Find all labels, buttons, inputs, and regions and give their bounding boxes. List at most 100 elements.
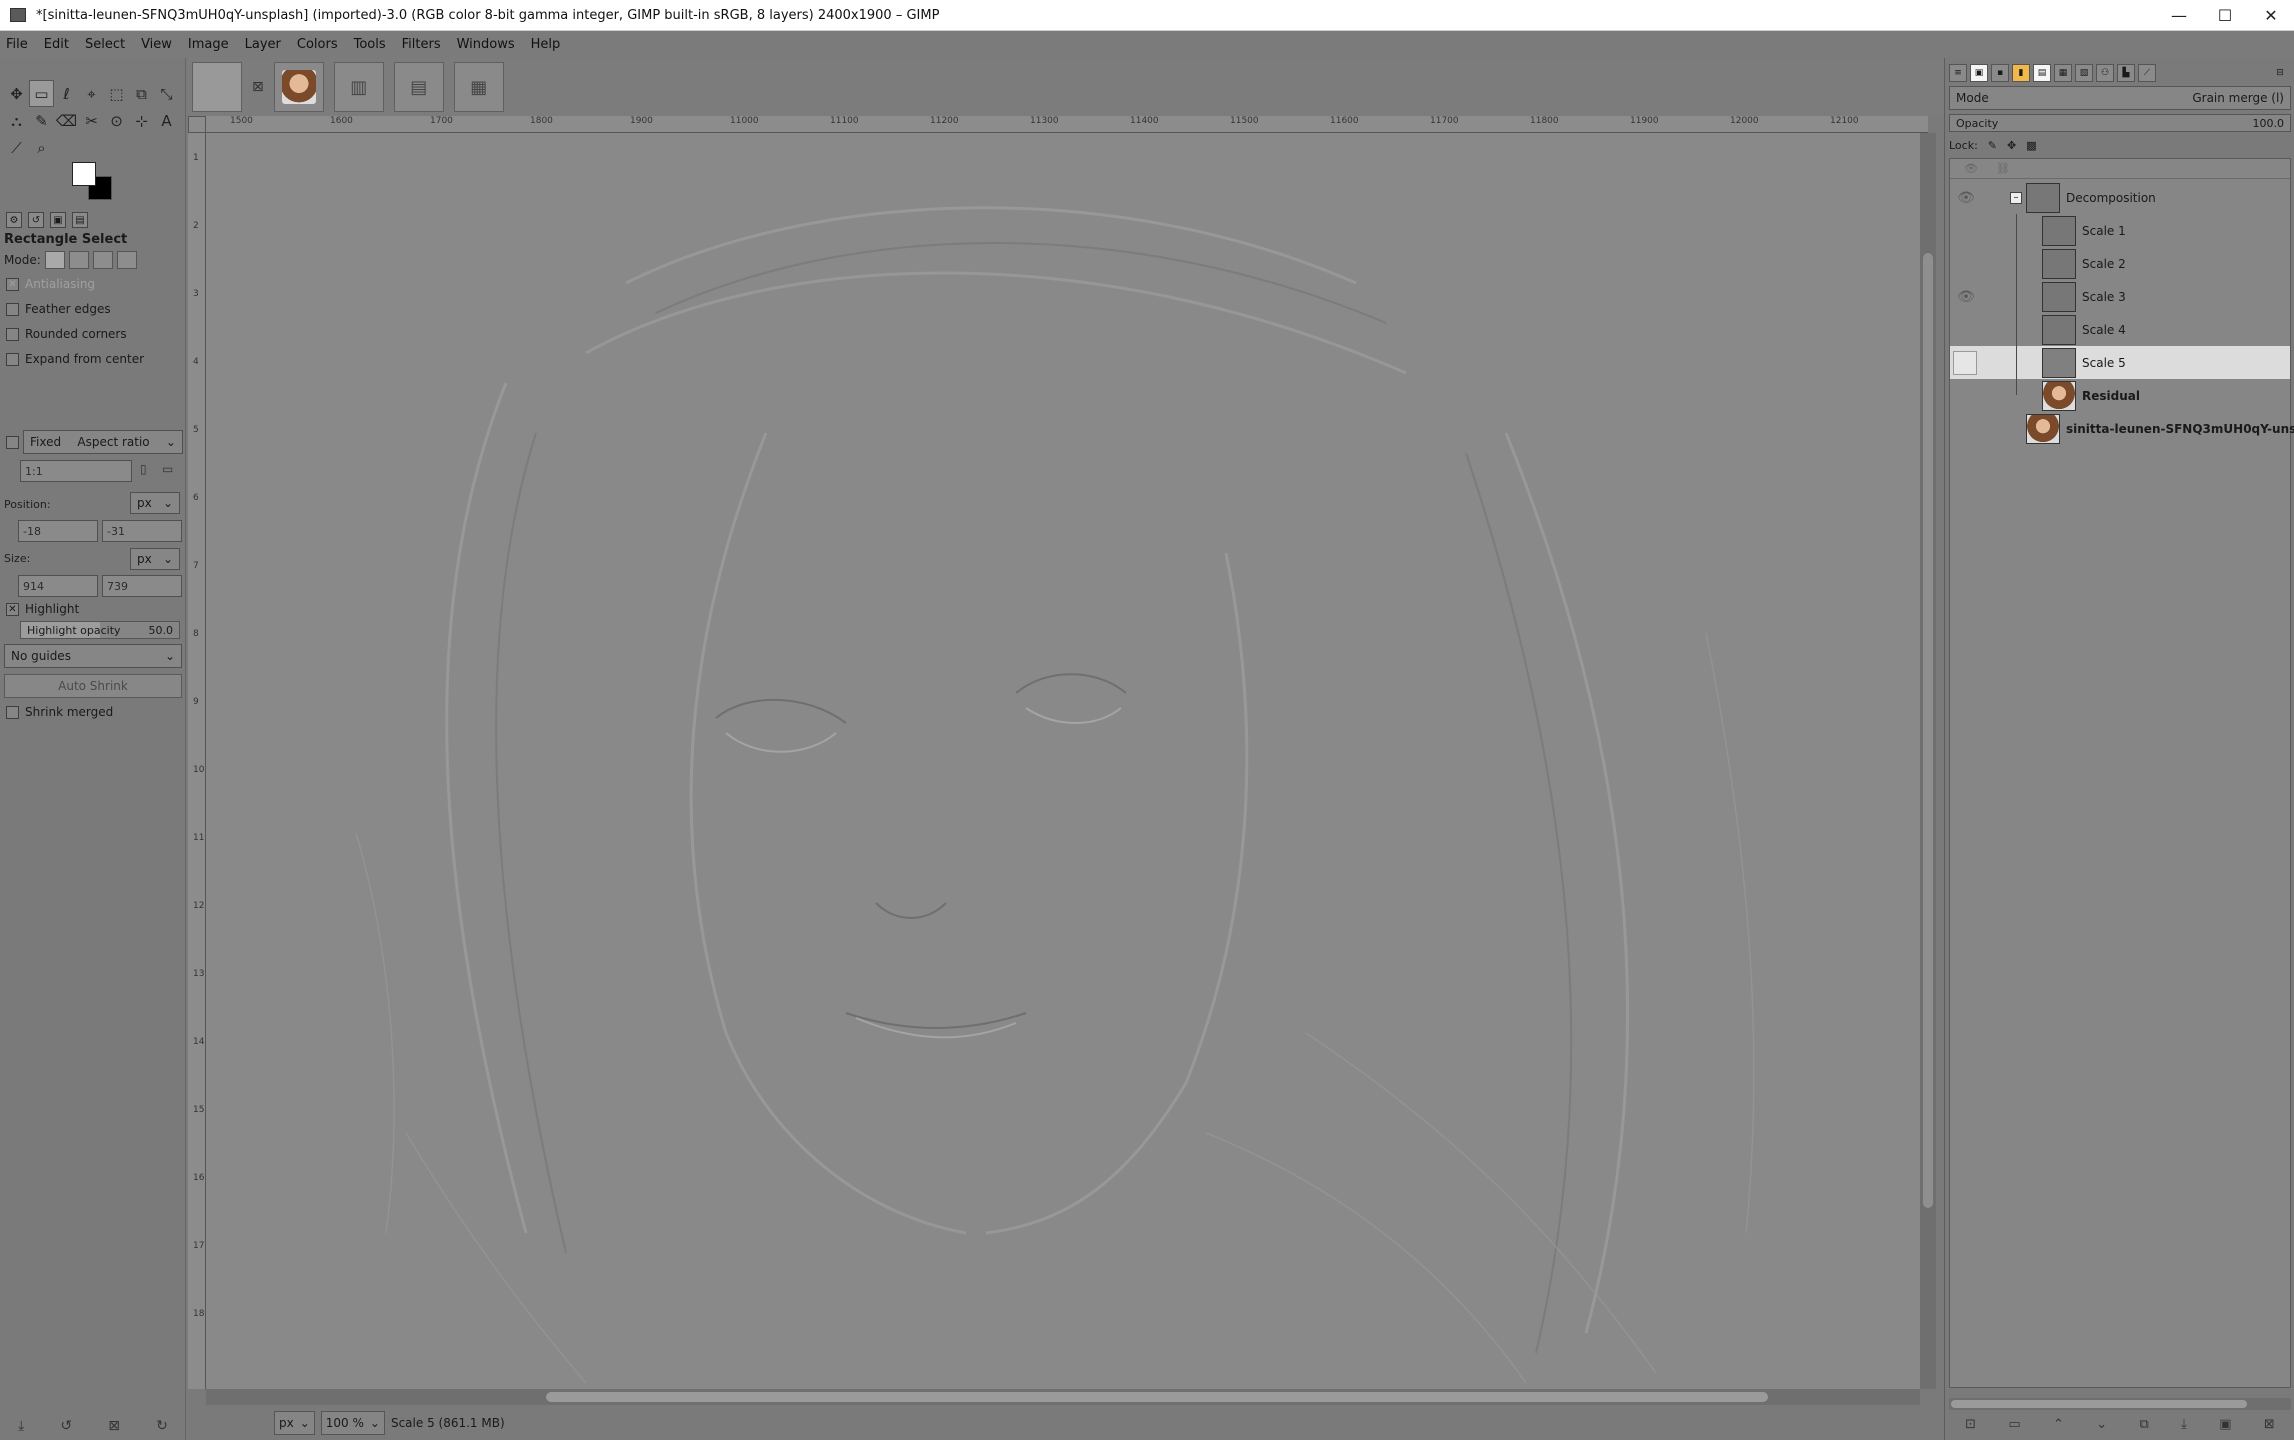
ratio-input[interactable]: 1:1 xyxy=(20,460,132,482)
warp-transform-tool-icon[interactable]: ⤡ xyxy=(154,80,179,107)
unit-select[interactable]: px ⌄ xyxy=(274,1410,315,1435)
layer-row-scale-1[interactable]: Scale 1 xyxy=(1950,214,2290,247)
lower-layer-icon[interactable]: ⌄ xyxy=(2096,1417,2107,1432)
undo-history-tab-icon[interactable]: ▣ xyxy=(50,212,66,228)
eraser-tool-icon[interactable]: ⌫ xyxy=(54,107,79,134)
horizontal-scrollbar[interactable] xyxy=(206,1389,1920,1405)
portrait-icon[interactable]: ▯ xyxy=(140,462,147,476)
layer-row-scale-2[interactable]: Scale 2 xyxy=(1950,247,2290,280)
bucket-fill-tool-icon[interactable]: ⛬ xyxy=(4,107,29,134)
image-canvas[interactable] xyxy=(206,133,1920,1389)
vertical-scrollbar[interactable] xyxy=(1920,133,1936,1389)
position-x-input[interactable]: -18 xyxy=(18,520,98,542)
fixed-mode-select[interactable]: Fixed Aspect ratio ⌄ xyxy=(23,430,183,454)
channels-tab-icon[interactable]: ▣ xyxy=(1970,64,1988,82)
zoom-tool-icon[interactable]: ⌕ xyxy=(29,134,54,161)
layer-row-scale-4[interactable]: Scale 4 xyxy=(1950,313,2290,346)
size-height-input[interactable]: 739 xyxy=(102,575,182,597)
eye-icon[interactable]: 👁 xyxy=(1954,285,1978,309)
layer-row-scale-5[interactable]: Scale 5 xyxy=(1950,346,2290,379)
close-button[interactable]: ✕ xyxy=(2248,0,2294,31)
menu-image[interactable]: Image xyxy=(188,37,229,52)
mode-intersect-button[interactable] xyxy=(116,251,137,269)
visibility-toggle[interactable] xyxy=(1953,350,1977,375)
collapse-group-icon[interactable]: – xyxy=(2010,191,2022,204)
menu-help[interactable]: Help xyxy=(531,37,561,52)
delete-options-icon[interactable]: ⊠ xyxy=(108,1418,120,1434)
layers-scrollbar[interactable] xyxy=(1949,1398,2291,1410)
horizontal-ruler[interactable]: 1500 1600 1700 1800 1900 11000 11100 112… xyxy=(206,116,1928,133)
mode-subtract-button[interactable] xyxy=(92,251,113,269)
eye-icon[interactable]: 👁 xyxy=(1954,186,1978,210)
layer-row-decomposition[interactable]: 👁 – Decomposition xyxy=(1950,181,2290,214)
highlight-option[interactable]: ✕ Highlight xyxy=(6,602,79,616)
gradients-tab-icon[interactable]: ⚇ xyxy=(2096,64,2114,82)
position-unit-select[interactable]: px ⌄ xyxy=(130,492,180,514)
highlight-opacity-slider[interactable]: Highlight opacity 50.0 xyxy=(20,621,180,639)
device-status-tab-icon[interactable]: ↺ xyxy=(28,212,44,228)
restore-options-icon[interactable]: ↺ xyxy=(60,1418,72,1434)
document-history-tab-icon[interactable]: ▧ xyxy=(2075,64,2093,82)
menu-file[interactable]: File xyxy=(6,37,28,52)
feather-edges-checkbox[interactable] xyxy=(6,302,19,316)
landscape-icon[interactable]: ▭ xyxy=(162,462,173,476)
auto-shrink-button[interactable]: Auto Shrink xyxy=(4,674,182,698)
vertical-ruler[interactable]: 1 2 3 4 5 6 7 8 9 10 11 12 13 14 15 16 1… xyxy=(188,133,206,1389)
layers-scroll-thumb[interactable] xyxy=(1951,1400,2247,1408)
fg-bg-colors[interactable] xyxy=(70,160,116,204)
crop-tool-icon[interactable]: ⬚ xyxy=(104,80,129,107)
feather-edges-option[interactable]: Feather edges xyxy=(6,302,111,316)
layer-row-original[interactable]: sinitta-leunen-SFNQ3mUH0qY-unspl xyxy=(1950,412,2294,445)
minimize-button[interactable]: — xyxy=(2156,0,2202,31)
antialiasing-checkbox[interactable]: ✕ xyxy=(6,277,19,291)
menu-filters[interactable]: Filters xyxy=(402,37,441,52)
fixed-checkbox[interactable] xyxy=(6,435,19,449)
image-tab-empty[interactable] xyxy=(192,62,242,112)
zoom-select[interactable]: 100 % ⌄ xyxy=(320,1410,385,1435)
merge-down-icon[interactable]: ⤓ xyxy=(2181,1417,2187,1432)
new-layer-group-icon[interactable]: ▭ xyxy=(2008,1417,2020,1432)
image-tab-screenshot-1[interactable]: ▥ xyxy=(333,62,384,112)
dock-menu-icon[interactable]: ⊟ xyxy=(2271,64,2289,82)
lock-pixels-icon[interactable]: ✎ xyxy=(1988,139,1997,152)
layer-opacity-slider[interactable]: Opacity 100.0 xyxy=(1949,114,2291,132)
reset-options-icon[interactable]: ↻ xyxy=(156,1418,168,1434)
image-tab-screenshot-2[interactable]: ▤ xyxy=(393,62,444,112)
visibility-header-icon[interactable]: 👁 xyxy=(1964,162,1978,175)
paths-tool-icon[interactable]: ⊹ xyxy=(129,107,154,134)
color-picker-tool-icon[interactable]: ⟋ xyxy=(4,134,29,161)
patterns-tab-icon[interactable]: ▤ xyxy=(2033,64,2051,82)
brushes-tab-icon[interactable]: ▮ xyxy=(2012,64,2030,82)
menu-windows[interactable]: Windows xyxy=(457,37,515,52)
mode-add-button[interactable] xyxy=(68,251,89,269)
lock-position-icon[interactable]: ✥ xyxy=(2007,139,2016,152)
unified-transform-tool-icon[interactable]: ⧉ xyxy=(129,80,154,107)
tool-options-tab-icon[interactable]: ⚙ xyxy=(6,212,22,228)
menu-tools[interactable]: Tools xyxy=(354,37,386,52)
move-tool-icon[interactable]: ✥ xyxy=(4,80,29,107)
layer-mode-select[interactable]: Mode Grain merge (l) xyxy=(1949,86,2291,110)
pointer-tab-icon[interactable]: ⟋ xyxy=(2138,64,2156,82)
fuzzy-select-tool-icon[interactable]: ⌖ xyxy=(79,80,104,107)
paths-tab-icon[interactable]: ▪ xyxy=(1991,64,2009,82)
lock-alpha-icon[interactable]: ▩ xyxy=(2026,139,2036,152)
close-tab-icon[interactable]: ⊠ xyxy=(252,79,264,95)
duplicate-layer-icon[interactable]: ⧉ xyxy=(2139,1417,2148,1432)
highlight-checkbox[interactable]: ✕ xyxy=(6,602,19,616)
image-tab-screenshot-3[interactable]: ▦ xyxy=(453,62,504,112)
ruler-corner[interactable] xyxy=(188,116,206,133)
new-layer-icon[interactable]: ⊡ xyxy=(1965,1417,1976,1432)
images-tab-icon[interactable]: ▤ xyxy=(72,212,88,228)
image-tab-portrait[interactable] xyxy=(273,62,324,112)
expand-from-center-option[interactable]: Expand from center xyxy=(6,352,144,366)
size-width-input[interactable]: 914 xyxy=(18,575,98,597)
rounded-corners-option[interactable]: Rounded corners xyxy=(6,327,127,341)
menu-view[interactable]: View xyxy=(141,37,172,52)
maximize-button[interactable]: ☐ xyxy=(2202,0,2248,31)
text-tool-icon[interactable]: A xyxy=(154,107,179,134)
menu-select[interactable]: Select xyxy=(85,37,125,52)
smudge-tool-icon[interactable]: ⊙ xyxy=(104,107,129,134)
raise-layer-icon[interactable]: ⌃ xyxy=(2053,1417,2064,1432)
shrink-merged-option[interactable]: Shrink merged xyxy=(6,705,113,719)
guides-select[interactable]: No guides ⌄ xyxy=(4,644,182,668)
